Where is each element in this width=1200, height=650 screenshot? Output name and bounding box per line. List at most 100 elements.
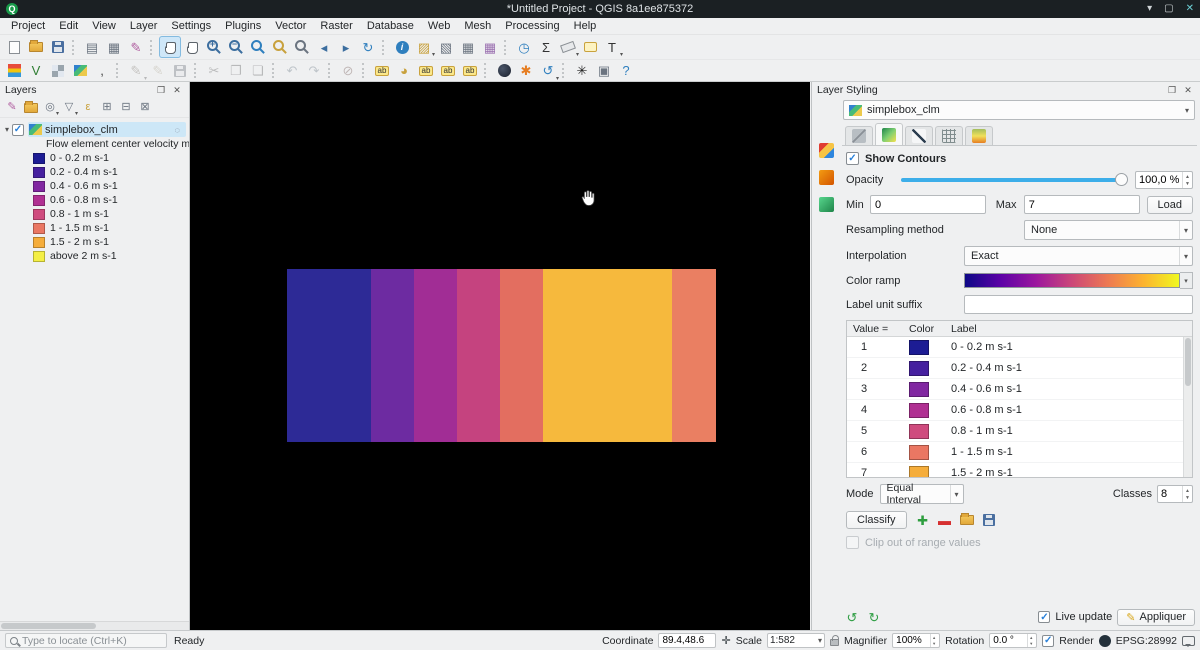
load-button[interactable]: Load (1147, 196, 1193, 214)
select-features-button[interactable]: ▨▾ (413, 36, 435, 58)
measure-button[interactable]: ▾ (557, 36, 579, 58)
class-table-row[interactable]: 40.6 - 0.8 m s-1 (847, 400, 1192, 421)
temporal-controller-button[interactable]: ◷ (513, 36, 535, 58)
minimize-button[interactable]: ▾ (1147, 0, 1152, 18)
collapse-all-button[interactable]: ⊟ (117, 99, 135, 117)
pan-to-selection-button[interactable] (181, 36, 203, 58)
zoom-to-layer-button[interactable] (291, 36, 313, 58)
zoom-last-button[interactable]: ◂ (313, 36, 335, 58)
class-table-row[interactable]: 50.8 - 1 m s-1 (847, 421, 1192, 442)
legend-item[interactable]: above 2 m s-1 (0, 249, 189, 263)
class-table-row[interactable]: 61 - 1.5 m s-1 (847, 442, 1192, 463)
apply-button[interactable]: ✎Appliquer (1117, 609, 1195, 626)
plugins-button[interactable]: ✳ (571, 60, 593, 82)
magnifier-input[interactable] (895, 635, 930, 646)
legend-swatch[interactable] (33, 223, 45, 234)
layer-row[interactable]: ▾ ✓ simplebox_clm ◌ (0, 122, 189, 137)
add-class-button[interactable]: ✚ (913, 510, 933, 530)
scrollbar-thumb[interactable] (1185, 338, 1191, 386)
class-color-swatch[interactable] (909, 382, 929, 397)
toggle-editing-button[interactable]: ✎ (147, 60, 169, 82)
open-attribute-table-button[interactable]: ▦ (457, 36, 479, 58)
lock-scale-icon[interactable] (830, 639, 839, 646)
add-raster-layer-button[interactable] (47, 60, 69, 82)
data-source-manager-button[interactable] (3, 60, 25, 82)
table-vscrollbar[interactable] (1183, 337, 1192, 477)
locate-input[interactable] (22, 635, 162, 647)
max-input[interactable] (1024, 195, 1140, 214)
class-color-swatch[interactable] (909, 424, 929, 439)
highlight-labels-button[interactable]: ab (437, 60, 459, 82)
menu-raster[interactable]: Raster (313, 19, 359, 33)
render-checkbox[interactable]: ✓ (1042, 635, 1054, 647)
remove-layer-button[interactable]: ⊠ (136, 99, 154, 117)
load-classes-button[interactable] (957, 510, 977, 530)
save-edits-button[interactable] (169, 60, 191, 82)
style-manager-button[interactable]: ✎ (125, 36, 147, 58)
spin-arrows[interactable]: ▲▼ (1027, 634, 1034, 647)
redo-button[interactable]: ↷ (303, 60, 325, 82)
field-calculator-button[interactable]: ▦ (479, 36, 501, 58)
paste-features-button[interactable]: ❏ (247, 60, 269, 82)
class-color-swatch[interactable] (909, 340, 929, 355)
locate-box[interactable] (5, 633, 167, 648)
show-contours-checkbox[interactable]: ✓ (846, 152, 859, 165)
tab-general-settings[interactable] (845, 126, 873, 145)
zoom-to-selection-button[interactable] (269, 36, 291, 58)
color-ramp-menu-button[interactable]: ▾ (1180, 272, 1193, 289)
statistics-button[interactable]: Σ (535, 36, 557, 58)
pan-map-button[interactable] (159, 36, 181, 58)
copy-features-button[interactable]: ❐ (225, 60, 247, 82)
add-vector-layer-button[interactable]: V (25, 60, 47, 82)
delete-selected-button[interactable]: ⊘ (337, 60, 359, 82)
style-redo-button[interactable]: ↻ (864, 607, 884, 627)
float-panel-button[interactable]: ❐ (1165, 83, 1179, 97)
legend-item[interactable]: 0.6 - 0.8 m s-1 (0, 193, 189, 207)
classes-input[interactable] (1158, 488, 1182, 500)
legend-swatch[interactable] (33, 181, 45, 192)
expander-icon[interactable]: ▾ (2, 125, 12, 134)
labels-tab[interactable] (816, 167, 836, 187)
column-header-label[interactable]: Label (943, 323, 1192, 335)
menu-project[interactable]: Project (4, 19, 52, 33)
identify-features-button[interactable]: i (391, 36, 413, 58)
close-panel-button[interactable]: ✕ (170, 83, 184, 97)
menu-vector[interactable]: Vector (268, 19, 313, 33)
text-annotation-button[interactable]: T▾ (601, 36, 623, 58)
messages-icon[interactable] (1182, 636, 1195, 646)
column-header-value[interactable]: Value = (847, 323, 909, 335)
cut-features-button[interactable]: ✂ (203, 60, 225, 82)
python-console-button[interactable] (493, 60, 515, 82)
maximize-button[interactable]: ▢ (1164, 0, 1173, 18)
menu-edit[interactable]: Edit (52, 19, 85, 33)
add-mesh-layer-button[interactable] (69, 60, 91, 82)
menu-processing[interactable]: Processing (498, 19, 566, 33)
move-label-button[interactable]: ab (459, 60, 481, 82)
save-classes-button[interactable] (979, 510, 999, 530)
show-layout-manager-button[interactable]: ▦ (103, 36, 125, 58)
legend-item[interactable]: 1 - 1.5 m s-1 (0, 221, 189, 235)
scale-select[interactable]: 1:582▾ (767, 633, 825, 648)
style-history-button[interactable]: ↺▾ (537, 60, 559, 82)
menu-mesh[interactable]: Mesh (457, 19, 498, 33)
clip-out-of-range-checkbox[interactable] (846, 536, 859, 549)
rotation-input[interactable] (992, 635, 1027, 646)
tab-averaging[interactable] (965, 126, 993, 145)
class-color-swatch[interactable] (909, 445, 929, 460)
float-panel-button[interactable]: ❐ (154, 83, 168, 97)
class-table-row[interactable]: 10 - 0.2 m s-1 (847, 337, 1192, 358)
layer-diagram-button[interactable]: ◕ (393, 60, 415, 82)
expand-all-button[interactable]: ⊞ (98, 99, 116, 117)
extents-toggle-icon[interactable]: ✛ (721, 634, 730, 647)
menu-web[interactable]: Web (421, 19, 457, 33)
min-input[interactable] (870, 195, 986, 214)
refresh-map-button[interactable]: ↻ (357, 36, 379, 58)
legend-swatch[interactable] (33, 251, 45, 262)
help-button[interactable]: ? (615, 60, 637, 82)
map-tips-button[interactable] (579, 36, 601, 58)
filter-legend-button[interactable]: ▽▾ (60, 99, 78, 117)
new-print-layout-button[interactable]: ▤ (81, 36, 103, 58)
spin-arrows[interactable]: ▲▼ (1182, 486, 1192, 502)
spin-arrows[interactable]: ▲▼ (1182, 172, 1192, 188)
live-update-checkbox[interactable]: ✓ (1038, 611, 1050, 623)
